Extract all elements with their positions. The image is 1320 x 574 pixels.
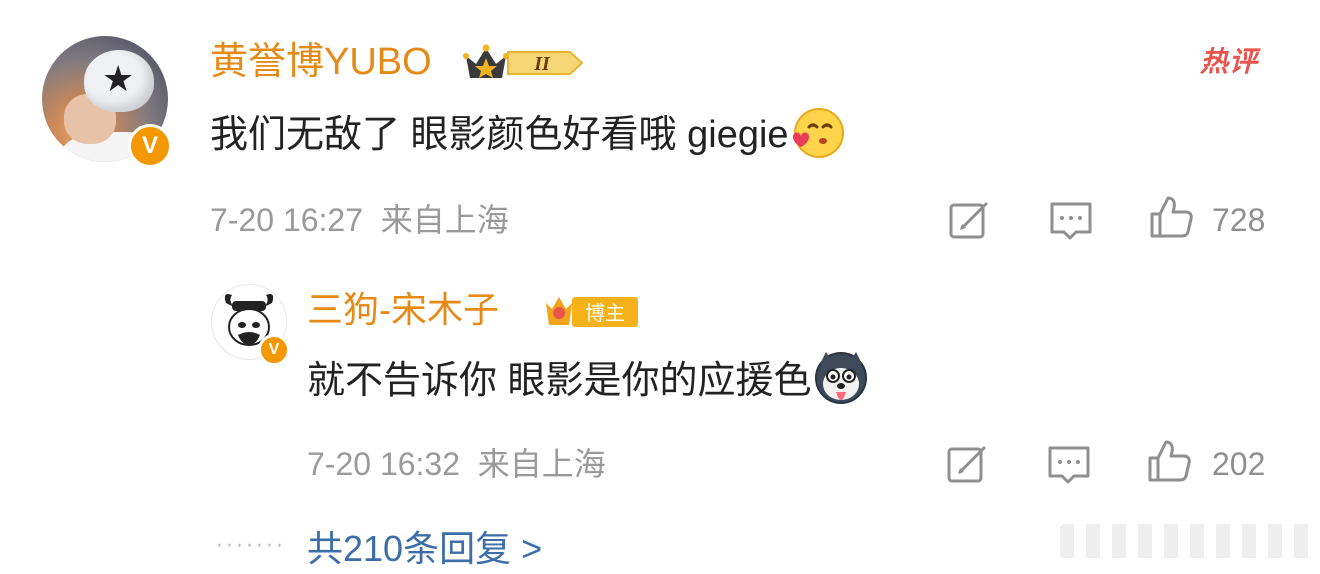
crown-level-badge-icon[interactable]: II [462, 42, 584, 84]
husky-dog-emoji-icon [814, 352, 867, 404]
reply-text: 就不告诉你 眼影是你的应援色 [307, 352, 870, 412]
view-more-replies-link[interactable]: 共210条回复 > [307, 524, 542, 574]
kiss-heart-emoji-icon [792, 107, 844, 158]
reply-like-count: 202 [1212, 446, 1266, 482]
reply-icon[interactable] [1048, 198, 1094, 244]
comment-text-content: 我们无敌了 眼影颜色好看哦 giegie [210, 114, 789, 156]
reply-time: 7-20 16:32 [307, 446, 461, 482]
reply-user-name[interactable]: 三狗-宋木子 [307, 285, 499, 335]
blog-owner-badge-icon: 博主 [546, 297, 638, 327]
like-icon[interactable] [1146, 438, 1192, 484]
verified-badge-icon: V [258, 334, 290, 366]
comment-meta: 7-20 16:27 来自上海 [210, 198, 509, 242]
avatar-helmet: ★ [84, 50, 154, 112]
reply-location: 来自上海 [477, 446, 606, 482]
verified-badge-icon: V [128, 124, 172, 168]
reply-text-content: 就不告诉你 眼影是你的应援色 [307, 360, 812, 403]
comment-like-count: 728 [1212, 202, 1266, 238]
crown-badge-text: II [533, 53, 551, 75]
hot-comment-tag: 热评 [1200, 46, 1259, 77]
owner-badge-text: 博主 [585, 302, 625, 325]
comment-location: 来自上海 [380, 202, 509, 238]
reply-meta: 7-20 16:32 来自上海 [307, 442, 606, 486]
reply-icon[interactable] [1046, 442, 1092, 488]
comment-text: 我们无敌了 眼影颜色好看哦 giegie [210, 107, 845, 165]
like-icon[interactable] [1148, 194, 1194, 240]
dots-separator: ······· [216, 534, 286, 559]
comment-time: 7-20 16:27 [210, 202, 364, 238]
star-icon: ★ [102, 59, 135, 100]
repost-icon[interactable] [946, 196, 992, 242]
watermark [1060, 524, 1310, 558]
repost-icon[interactable] [944, 440, 990, 486]
commenter-name[interactable]: 黄誉博YUBO [210, 36, 432, 88]
